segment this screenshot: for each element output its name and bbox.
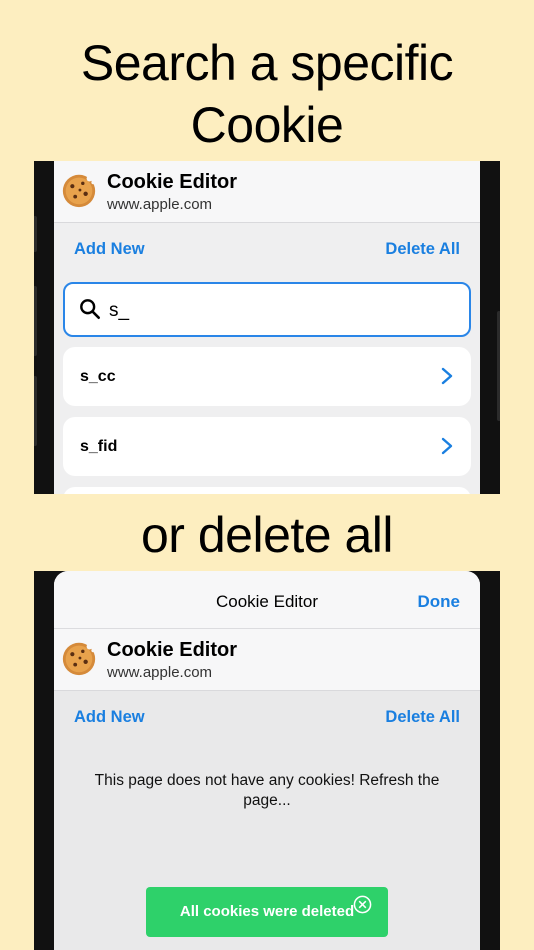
cookie-list-item[interactable]: s_cc <box>63 347 471 406</box>
headline-delete: or delete all <box>141 507 394 563</box>
delete-all-button[interactable]: Delete All <box>385 708 460 727</box>
delete-all-button[interactable]: Delete All <box>385 240 460 259</box>
app-screen-search: Cookie Editor www.apple.com Add New Dele… <box>54 161 480 494</box>
app-title: Cookie Editor <box>107 171 238 193</box>
phone-mockup-delete: Cookie Editor Done Cookie Editor www.app… <box>34 571 500 950</box>
search-icon <box>80 299 100 319</box>
cookie-icon <box>62 174 96 208</box>
app-header: Cookie Editor www.apple.com <box>54 629 480 691</box>
action-row: Add New Delete All <box>54 223 480 273</box>
chevron-right-icon <box>441 367 453 385</box>
close-icon[interactable] <box>353 895 372 914</box>
action-row: Add New Delete All <box>54 691 480 741</box>
app-screen-delete: Cookie Editor Done Cookie Editor www.app… <box>54 571 480 950</box>
app-url: www.apple.com <box>107 196 213 213</box>
app-url: www.apple.com <box>107 664 213 681</box>
search-input-value: s_ <box>109 300 130 321</box>
headline-search-text: Search a specific Cookie <box>80 35 454 153</box>
cookie-list-item[interactable] <box>63 487 471 494</box>
app-header: Cookie Editor www.apple.com <box>54 161 480 223</box>
cookie-icon <box>62 642 96 676</box>
nav-title: Cookie Editor <box>215 592 319 611</box>
phone-volume-button <box>34 286 37 356</box>
phone-volume-button <box>34 376 37 446</box>
empty-state-message: This page does not have any cookies! Ref… <box>94 772 440 809</box>
add-new-button[interactable]: Add New <box>74 240 145 259</box>
cookie-list-item[interactable]: s_fid <box>63 417 471 476</box>
cookie-name: s_fid <box>80 438 118 455</box>
modal-sheet: Cookie Editor Done Cookie Editor www.app… <box>54 571 480 950</box>
toast-notification: All cookies were deleted <box>146 887 388 937</box>
phone-power-button <box>497 311 500 421</box>
headline-search: Search a specific Cookie <box>0 32 534 156</box>
phone-mockup-search: Cookie Editor www.apple.com Add New Dele… <box>34 161 500 494</box>
toast-message: All cookies were deleted <box>179 903 355 920</box>
cookie-name: s_cc <box>80 368 116 385</box>
add-new-button[interactable]: Add New <box>74 708 145 727</box>
app-title: Cookie Editor <box>107 639 238 661</box>
search-input[interactable]: s_ <box>63 282 471 337</box>
done-button[interactable]: Done <box>418 592 461 612</box>
phone-side-button <box>34 216 37 252</box>
nav-bar: Cookie Editor Done <box>54 571 480 629</box>
chevron-right-icon <box>441 437 453 455</box>
